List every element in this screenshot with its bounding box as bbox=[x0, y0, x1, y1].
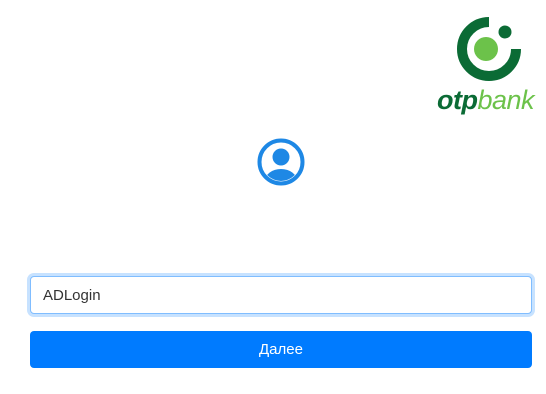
user-circle-icon bbox=[257, 138, 305, 186]
otp-ring-icon bbox=[457, 17, 521, 81]
login-page: otpbank Далее bbox=[0, 0, 546, 394]
login-input[interactable] bbox=[30, 276, 532, 314]
otp-bank-logo: otpbank bbox=[434, 16, 540, 116]
logo-wordmark: otpbank bbox=[437, 84, 535, 116]
logo-text-otp: otp bbox=[437, 85, 478, 115]
logo-text-bank: bank bbox=[477, 85, 535, 115]
next-button[interactable]: Далее bbox=[30, 331, 532, 368]
